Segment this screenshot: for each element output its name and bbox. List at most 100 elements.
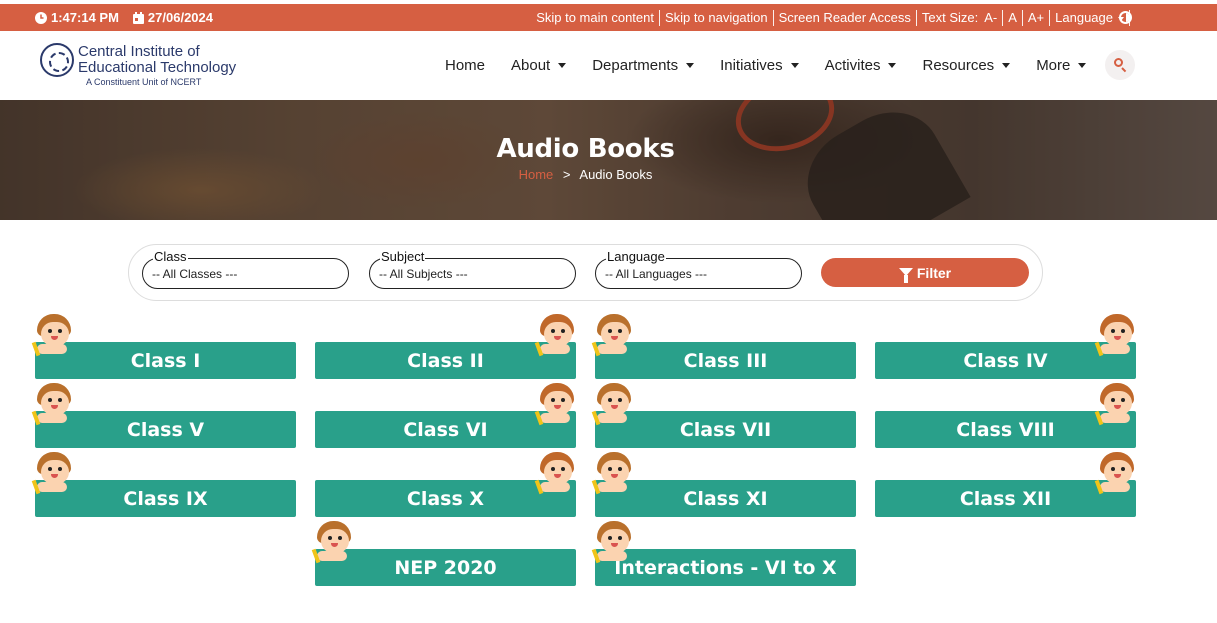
skip-main-link[interactable]: Skip to main content bbox=[536, 10, 654, 25]
logo-line3: A Constituent Unit of NCERT bbox=[86, 77, 202, 87]
page-title: Audio Books bbox=[496, 134, 675, 164]
screen-reader-link[interactable]: Screen Reader Access bbox=[779, 10, 911, 25]
page-banner: Audio Books Home > Audio Books bbox=[0, 100, 1217, 220]
class-card[interactable]: Class XI bbox=[591, 452, 856, 517]
chevron-down-icon bbox=[790, 63, 799, 68]
class-card[interactable]: Class X bbox=[315, 452, 576, 517]
kid-illustration-icon bbox=[591, 383, 634, 427]
date-display: 27/06/2024 bbox=[132, 10, 213, 25]
nav-resources[interactable]: Resources bbox=[922, 57, 1011, 74]
chevron-down-icon bbox=[1002, 63, 1011, 68]
class-card-label: Interactions - VI to X bbox=[614, 556, 837, 579]
language-select-label: Language bbox=[606, 249, 666, 264]
breadcrumb-home-link[interactable]: Home bbox=[519, 167, 554, 182]
kid-illustration-icon bbox=[31, 314, 74, 358]
nav-about[interactable]: About bbox=[511, 57, 567, 74]
filter-button-label: Filter bbox=[916, 264, 952, 281]
class-card-label: Class IX bbox=[123, 487, 208, 510]
kid-illustration-icon bbox=[1094, 383, 1137, 427]
nav-departments-label: Departments bbox=[592, 57, 679, 74]
top-utility-bar: 1:47:14 PM 27/06/2024 Skip to main conte… bbox=[0, 4, 1217, 31]
class-card[interactable]: Class IV bbox=[875, 314, 1136, 379]
search-button[interactable] bbox=[1105, 50, 1135, 80]
filter-icon bbox=[898, 267, 913, 283]
nav-more[interactable]: More bbox=[1036, 57, 1087, 74]
class-card[interactable]: NEP 2020 bbox=[311, 521, 576, 586]
text-size-label: Text Size: bbox=[921, 10, 979, 25]
class-select-value: -- All Classes --- bbox=[152, 267, 238, 281]
kid-illustration-icon bbox=[1094, 314, 1137, 358]
breadcrumb: Home > Audio Books bbox=[0, 167, 1171, 182]
kid-illustration-icon bbox=[31, 383, 74, 427]
language-label: Language bbox=[1055, 10, 1113, 25]
chevron-down-icon bbox=[888, 63, 897, 68]
subject-select-label: Subject bbox=[380, 249, 426, 264]
text-size-decrease[interactable]: A- bbox=[984, 10, 997, 25]
class-card-label: Class X bbox=[406, 487, 485, 510]
filter-bar: Class -- All Classes --- Subject -- All … bbox=[128, 244, 1043, 301]
class-card[interactable]: Class VII bbox=[591, 383, 856, 448]
class-card-label: Class III bbox=[683, 349, 768, 372]
kid-illustration-icon bbox=[591, 521, 634, 565]
nav-initiatives[interactable]: Initiatives bbox=[720, 57, 799, 74]
class-card[interactable]: Class III bbox=[591, 314, 856, 379]
breadcrumb-separator: > bbox=[562, 167, 571, 182]
class-card[interactable]: Class VI bbox=[315, 383, 576, 448]
class-card[interactable]: Class IX bbox=[31, 452, 296, 517]
divider bbox=[1021, 9, 1023, 26]
class-card-label: Class II bbox=[407, 349, 484, 372]
nav-resources-label: Resources bbox=[922, 57, 995, 74]
accessibility-links: Skip to main content Skip to navigation … bbox=[536, 4, 1135, 31]
logo-line1: Central Institute of bbox=[78, 43, 200, 60]
language-dropdown[interactable]: Language bbox=[1055, 10, 1124, 25]
nav-departments[interactable]: Departments bbox=[592, 57, 695, 74]
skip-nav-link[interactable]: Skip to navigation bbox=[665, 10, 768, 25]
kid-illustration-icon bbox=[591, 452, 634, 496]
search-icon-handle bbox=[1121, 67, 1127, 73]
class-card-label: NEP 2020 bbox=[394, 556, 497, 579]
class-select[interactable]: Class -- All Classes --- bbox=[142, 250, 349, 289]
filter-button[interactable]: Filter bbox=[821, 258, 1029, 287]
nav-more-label: More bbox=[1036, 57, 1071, 74]
class-card[interactable]: Class II bbox=[315, 314, 576, 379]
class-card-label: Class XI bbox=[683, 487, 768, 510]
divider bbox=[772, 9, 774, 26]
kid-illustration-icon bbox=[311, 521, 354, 565]
subject-select[interactable]: Subject -- All Subjects --- bbox=[369, 250, 576, 289]
class-card-label: Class XII bbox=[959, 487, 1052, 510]
language-select[interactable]: Language -- All Languages --- bbox=[595, 250, 802, 289]
chevron-down-icon bbox=[558, 63, 567, 68]
divider bbox=[659, 9, 660, 26]
divider bbox=[915, 9, 917, 26]
site-logo[interactable] bbox=[40, 43, 74, 77]
logo-line2: Educational Technology bbox=[78, 59, 237, 76]
class-card[interactable]: Interactions - VI to X bbox=[591, 521, 856, 586]
nav-activites[interactable]: Activites bbox=[825, 57, 897, 74]
nav-initiatives-label: Initiatives bbox=[720, 57, 783, 74]
calendar-icon bbox=[132, 11, 144, 24]
clock-icon bbox=[35, 11, 47, 24]
kid-illustration-icon bbox=[1094, 452, 1137, 496]
kid-illustration-icon bbox=[534, 452, 577, 496]
subject-select-value: -- All Subjects --- bbox=[379, 267, 468, 281]
class-card-label: Class IV bbox=[963, 349, 1048, 372]
ciet-emblem-icon bbox=[40, 43, 74, 77]
text-size-increase[interactable]: A+ bbox=[1028, 10, 1044, 25]
class-card-label: Class VIII bbox=[956, 418, 1055, 441]
logo-text[interactable]: Central Institute of Educational Technol… bbox=[78, 44, 236, 88]
class-card-label: Class VII bbox=[679, 418, 772, 441]
nav-home-label: Home bbox=[445, 57, 486, 74]
main-nav: Home About Departments Initiatives Activ… bbox=[445, 57, 1112, 74]
text-size-normal[interactable]: A bbox=[1008, 10, 1017, 25]
class-card[interactable]: Class I bbox=[31, 314, 296, 379]
class-card[interactable]: Class VIII bbox=[875, 383, 1136, 448]
class-select-label: Class bbox=[153, 249, 188, 264]
class-card[interactable]: Class XII bbox=[875, 452, 1136, 517]
site-header: Central Institute of Educational Technol… bbox=[0, 31, 1217, 100]
contrast-icon[interactable] bbox=[1119, 11, 1132, 24]
language-select-value: -- All Languages --- bbox=[605, 267, 708, 281]
nav-home[interactable]: Home bbox=[445, 57, 485, 74]
divider bbox=[1002, 9, 1004, 26]
time-text: 1:47:14 PM bbox=[51, 10, 119, 25]
class-card[interactable]: Class V bbox=[31, 383, 296, 448]
